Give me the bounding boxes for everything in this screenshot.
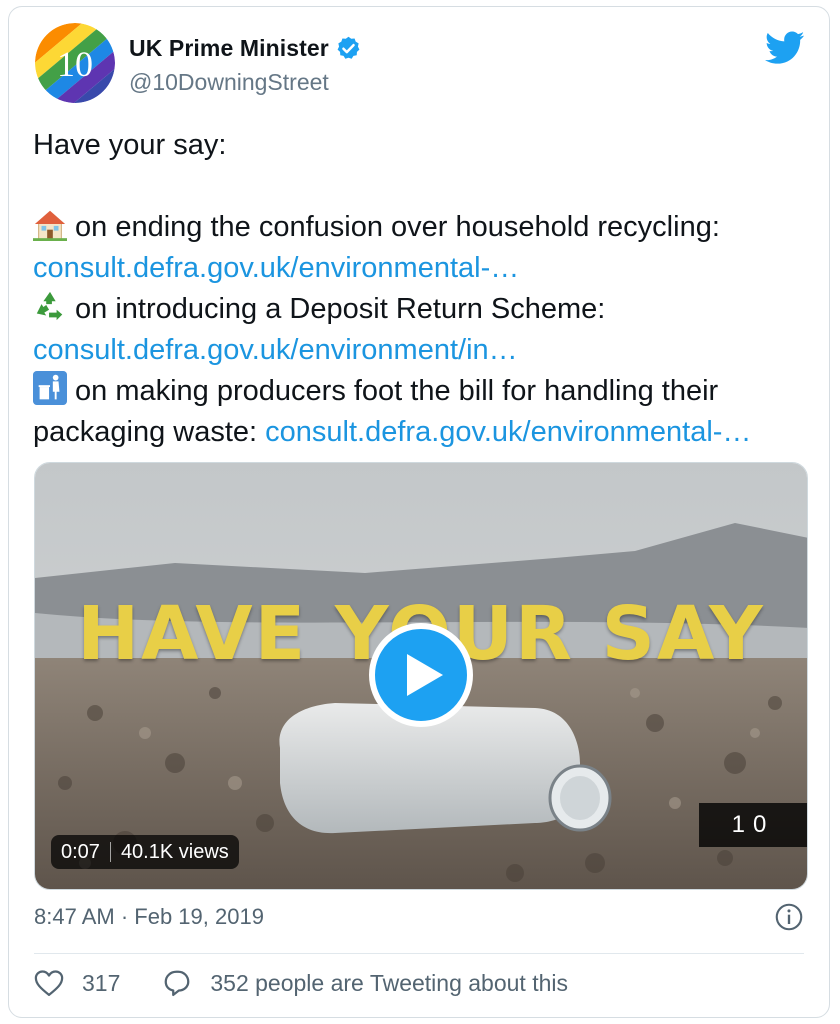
play-icon [407,654,443,696]
discussion-text: 352 people are Tweeting about this [210,969,568,996]
item3-link[interactable]: consult.defra.gov.uk/environmental-… [265,416,751,448]
tweet-intro: Have your say: [33,129,227,161]
divider [34,953,804,954]
video-stats-badge: 0:07 40.1K views [51,835,239,869]
author-avatar[interactable]: 10 [35,23,115,103]
twitter-bird-icon[interactable] [765,31,805,65]
author-name[interactable]: UK Prime Minister [129,35,329,62]
tweet-text: Have your say: on ending the confusion o… [33,125,803,453]
like-button[interactable]: 317 [34,969,120,997]
item1-link[interactable]: consult.defra.gov.uk/environmental-… [33,252,519,284]
tweet-timestamp[interactable]: 8:47 AM · Feb 19, 2019 [34,904,264,930]
verified-badge-icon [337,36,360,59]
item3-text-cont: packaging waste: [33,416,258,448]
like-count: 317 [82,969,121,996]
discussion-link[interactable]: 352 people are Tweeting about this [162,969,568,997]
avatar-text: 10 [57,44,93,84]
litter-bin-icon [33,371,67,405]
video-player[interactable]: HAVE YOUR SAY 10 0:07 40.1K views [34,462,808,890]
item2-text: on introducing a Deposit Return Scheme: [75,293,606,325]
play-button[interactable] [369,623,473,727]
recycle-icon [36,291,63,321]
info-icon[interactable] [775,903,803,931]
video-views: 40.1K views [120,840,229,863]
house-icon [33,210,67,241]
tweet-card: 10 UK Prime Minister @10DowningStreet Ha… [8,6,830,1018]
video-duration: 0:07 [61,840,100,863]
item2-link[interactable]: consult.defra.gov.uk/environment/in… [33,334,518,366]
video-watermark: 10 [699,803,807,847]
item3-text: on making producers foot the bill for ha… [75,375,719,407]
reply-bubble-icon [165,970,190,996]
author-handle[interactable]: @10DowningStreet [129,69,329,96]
heart-icon [34,970,64,996]
item1-text: on ending the confusion over household r… [75,211,720,243]
